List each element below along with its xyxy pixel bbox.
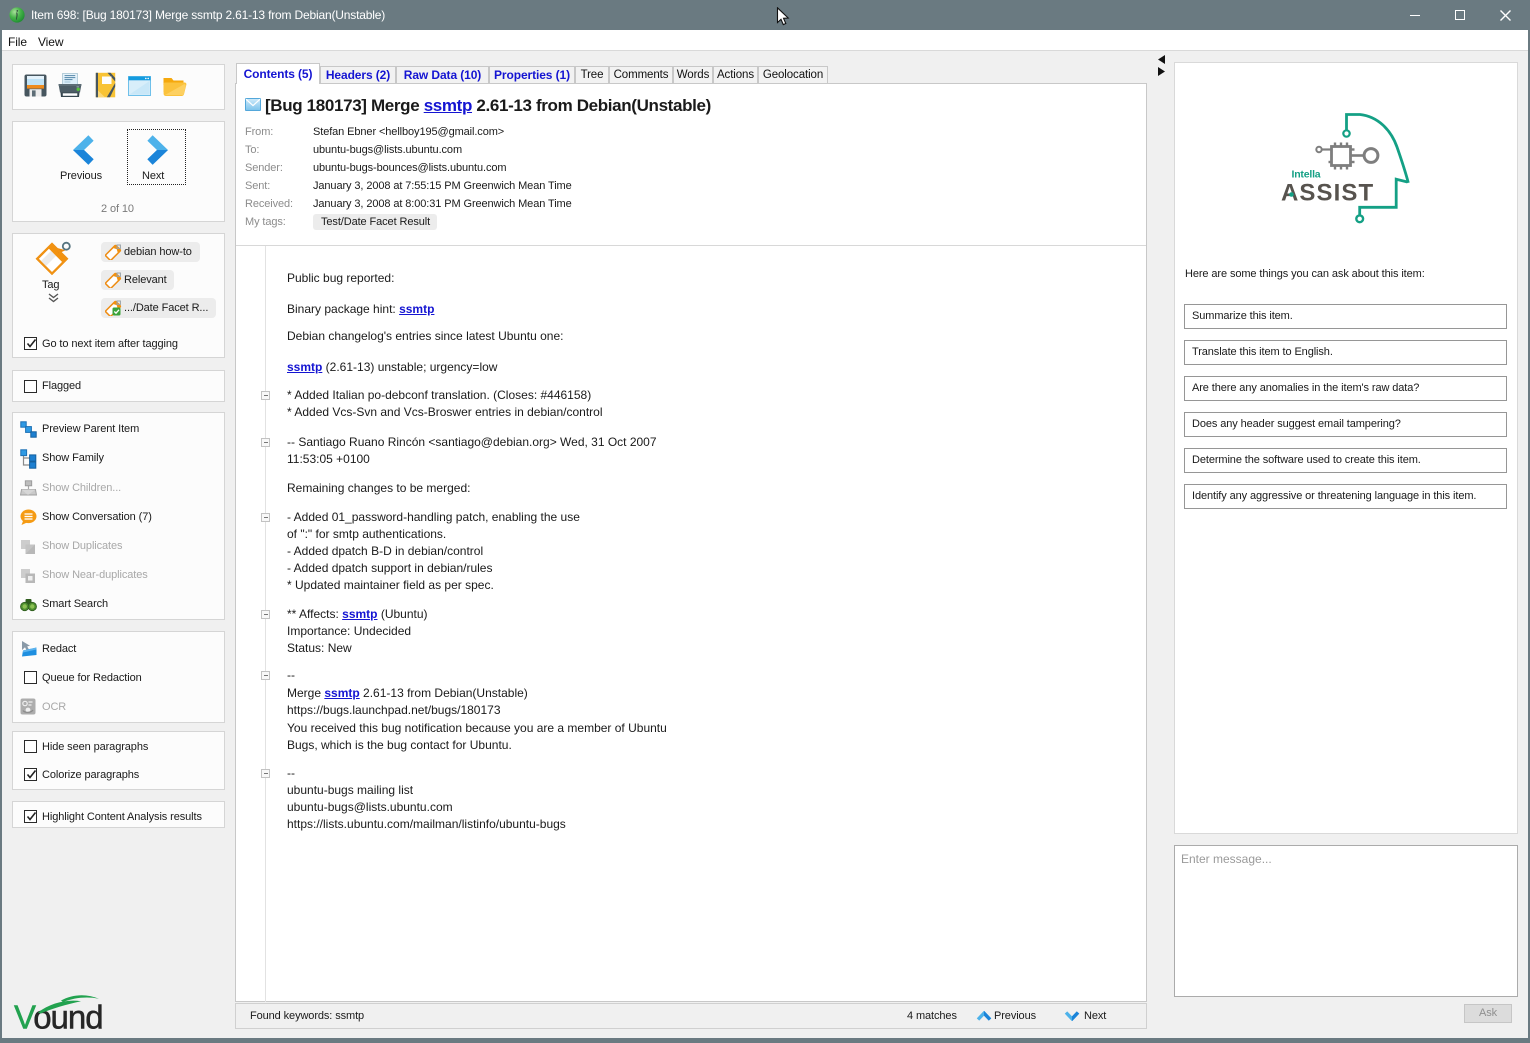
svg-text:ASSIST: ASSIST <box>1281 180 1374 207</box>
